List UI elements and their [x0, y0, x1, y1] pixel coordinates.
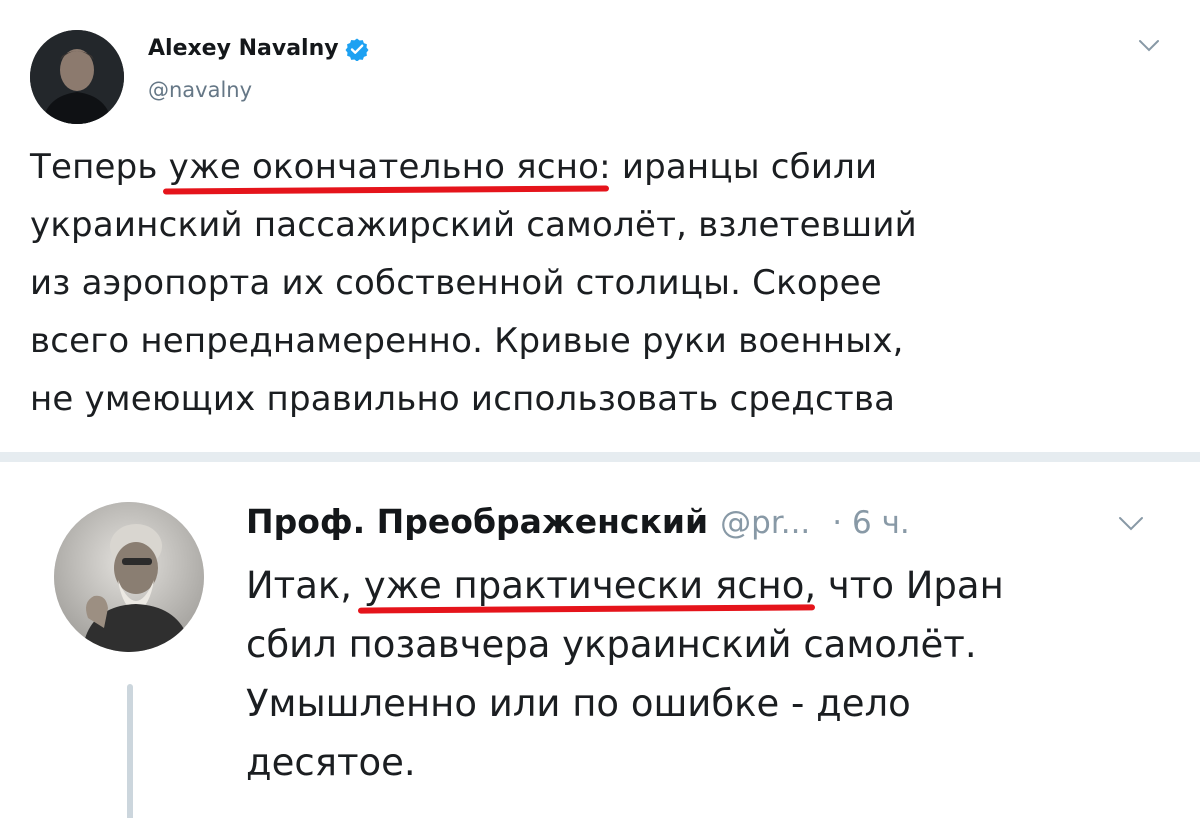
verified-badge-icon — [345, 37, 369, 61]
tweet-navalny[interactable]: Alexey Navalny @navalny Теперь уже оконч… — [0, 0, 1200, 452]
author-name[interactable]: Alexey Navalny — [148, 36, 339, 61]
chevron-down-icon[interactable] — [1118, 516, 1144, 532]
highlighted-phrase: уже практически ясно — [357, 556, 815, 615]
tweet-text-line: не умеющих правильно использовать средст… — [30, 379, 896, 419]
tweet-divider — [0, 452, 1200, 462]
tweet-text-line: Итак, уже практически ясно, что Иран — [246, 556, 1186, 615]
highlight-text: уже окончательно ясно — [168, 147, 600, 187]
author-handle[interactable]: @pr... — [720, 505, 810, 541]
author-handle[interactable]: @navalny — [148, 78, 252, 102]
avatar-preobrazhensky[interactable] — [54, 502, 204, 652]
tweet-text-line: Умышленно или по ошибке - дело — [246, 682, 911, 725]
tweet-text-line: сбил позавчера украинский самолёт. — [246, 623, 977, 666]
tweet-timestamp[interactable]: · 6 ч. — [832, 505, 909, 541]
highlighted-phrase: уже окончательно ясно — [162, 138, 610, 196]
text-segment: : иранцы сбили — [599, 147, 878, 187]
highlight-text: уже практически ясно — [363, 564, 805, 607]
tweet-header: Проф. Преображенский @pr... · 6 ч. — [246, 502, 910, 541]
tweet-text-line: десятое. — [246, 741, 416, 784]
tweet-text: Итак, уже практически ясно, что Иран сби… — [246, 556, 1186, 792]
thread-connector-line — [127, 684, 133, 818]
avatar-navalny[interactable] — [30, 30, 124, 124]
tweet-preobrazhensky[interactable]: Проф. Преображенский @pr... · 6 ч. Итак,… — [0, 462, 1200, 818]
chevron-down-icon[interactable] — [1138, 38, 1160, 52]
author-name[interactable]: Проф. Преображенский — [246, 502, 708, 541]
tweet-text-line: украинский пассажирский самолёт, взлетев… — [30, 205, 917, 245]
tweet-text: Теперь уже окончательно ясно: иранцы сби… — [30, 138, 1180, 428]
tweet-text-line: всего непреднамеренно. Кривые руки военн… — [30, 321, 904, 361]
text-segment: , что Иран — [804, 564, 1004, 607]
tweet-text-line: Теперь уже окончательно ясно: иранцы сби… — [30, 138, 1180, 196]
tweet-text-line: из аэропорта их собственной столицы. Ско… — [30, 263, 882, 303]
text-segment: Теперь — [30, 147, 169, 187]
text-segment: Итак, — [246, 564, 364, 607]
